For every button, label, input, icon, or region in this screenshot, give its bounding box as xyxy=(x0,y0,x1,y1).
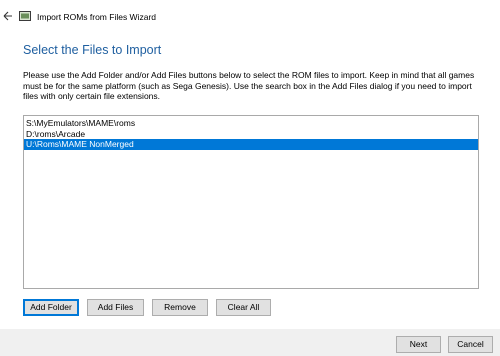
list-item[interactable]: U:\Roms\MAME NonMerged xyxy=(24,139,478,150)
back-arrow-icon[interactable] xyxy=(2,9,14,23)
clear-all-button[interactable]: Clear All xyxy=(216,299,271,316)
add-files-button[interactable]: Add Files xyxy=(87,299,144,316)
app-window-icon xyxy=(19,11,31,21)
instructions-text: Please use the Add Folder and/or Add Fil… xyxy=(23,70,475,102)
cancel-button[interactable]: Cancel xyxy=(448,336,493,353)
remove-button[interactable]: Remove xyxy=(152,299,208,316)
add-folder-button[interactable]: Add Folder xyxy=(23,299,79,316)
list-item[interactable]: D:\roms\Arcade xyxy=(24,129,478,140)
title-bar: Import ROMs from Files Wizard xyxy=(0,0,500,34)
page-heading: Select the Files to Import xyxy=(23,43,162,57)
file-list[interactable]: S:\MyEmulators\MAME\roms D:\roms\Arcade U:… xyxy=(23,115,479,289)
next-button[interactable]: Next xyxy=(396,336,441,353)
footer-bar: Next Cancel xyxy=(0,329,500,356)
window-title: Import ROMs from Files Wizard xyxy=(37,12,157,22)
list-item[interactable]: S:\MyEmulators\MAME\roms xyxy=(24,118,478,129)
